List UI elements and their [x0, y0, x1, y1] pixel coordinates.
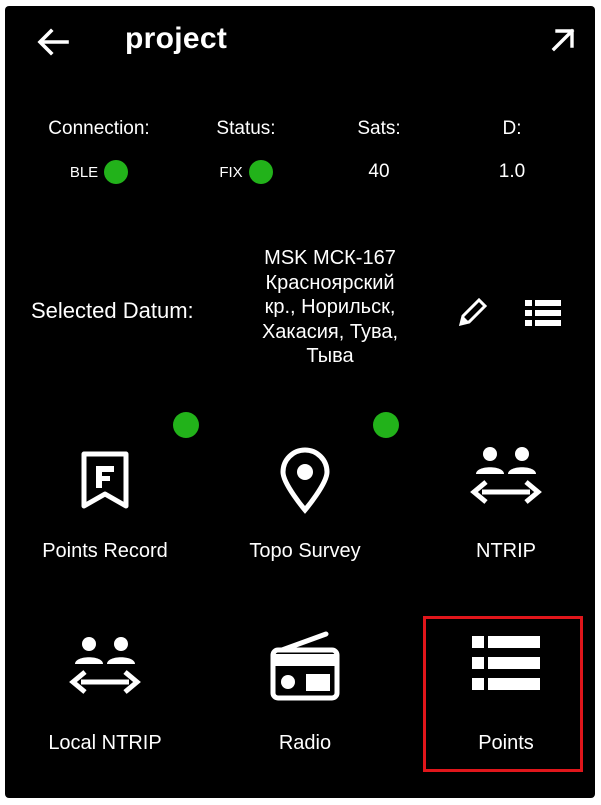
- people-exchange-icon: [69, 637, 141, 694]
- map-pin-icon: [280, 447, 330, 514]
- app-bar: project: [5, 6, 595, 78]
- connection-value: BLE: [69, 163, 99, 181]
- pencil-icon: [458, 297, 488, 327]
- tile-label: NTRIP: [476, 540, 536, 562]
- flag-bookmark-icon: [81, 451, 129, 509]
- status-label: Status:: [216, 118, 276, 139]
- datum-label: Selected Datum:: [31, 298, 194, 323]
- arrow-up-right-icon: [551, 28, 575, 52]
- list-icon: [525, 300, 561, 326]
- datum-line: MSK МСК-167: [264, 247, 396, 269]
- page-title: project: [125, 22, 228, 55]
- arrow-left-icon: [37, 28, 69, 56]
- connection-stat: Connection: BLE: [29, 118, 169, 184]
- status-value: FIX: [219, 163, 243, 181]
- connection-label: Connection:: [48, 118, 150, 139]
- open-external-button[interactable]: [545, 22, 581, 58]
- points-record-status-dot: [173, 412, 199, 438]
- status-stat: Status: FIX: [176, 118, 316, 184]
- datum-name: MSK МСК-167 Красноярский кр., Норильск, …: [233, 246, 427, 369]
- sats-value: 40: [368, 161, 390, 182]
- status-indicator: [248, 160, 273, 184]
- tile-label: Local NTRIP: [48, 732, 162, 754]
- tile-label: Points Record: [42, 540, 168, 562]
- back-button[interactable]: [33, 22, 73, 62]
- connection-indicator: [104, 160, 129, 184]
- d-value: 1.0: [498, 161, 526, 182]
- d-stat: D: 1.0: [442, 118, 582, 184]
- tile-topo-survey[interactable]: Topo Survey: [210, 436, 400, 606]
- tile-radio[interactable]: Radio: [210, 626, 400, 796]
- edit-datum-button[interactable]: [453, 292, 493, 332]
- tile-points-record[interactable]: Points Record: [10, 436, 200, 606]
- datum-line: Красноярский: [265, 271, 395, 294]
- sats-label: Sats:: [357, 118, 401, 139]
- sats-stat: Sats: 40: [309, 118, 449, 184]
- tile-label: Topo Survey: [249, 540, 361, 562]
- datum-list-button[interactable]: [521, 296, 565, 330]
- d-label: D:: [502, 118, 522, 139]
- points-highlight-box: [423, 616, 583, 772]
- radio-icon: [270, 631, 340, 701]
- people-exchange-icon: [470, 447, 542, 504]
- app-screen: project Connection: BLE Status: FIX Sats…: [5, 6, 595, 798]
- tile-ntrip[interactable]: NTRIP: [411, 436, 595, 606]
- tile-local-ntrip[interactable]: Local NTRIP: [10, 626, 200, 796]
- topo-survey-status-dot: [373, 412, 399, 438]
- datum-line: Хакасия, Тува,: [261, 320, 399, 343]
- tile-label: Radio: [278, 732, 332, 754]
- datum-line: кр., Норильск,: [264, 296, 396, 318]
- datum-line: Тыва: [306, 345, 354, 367]
